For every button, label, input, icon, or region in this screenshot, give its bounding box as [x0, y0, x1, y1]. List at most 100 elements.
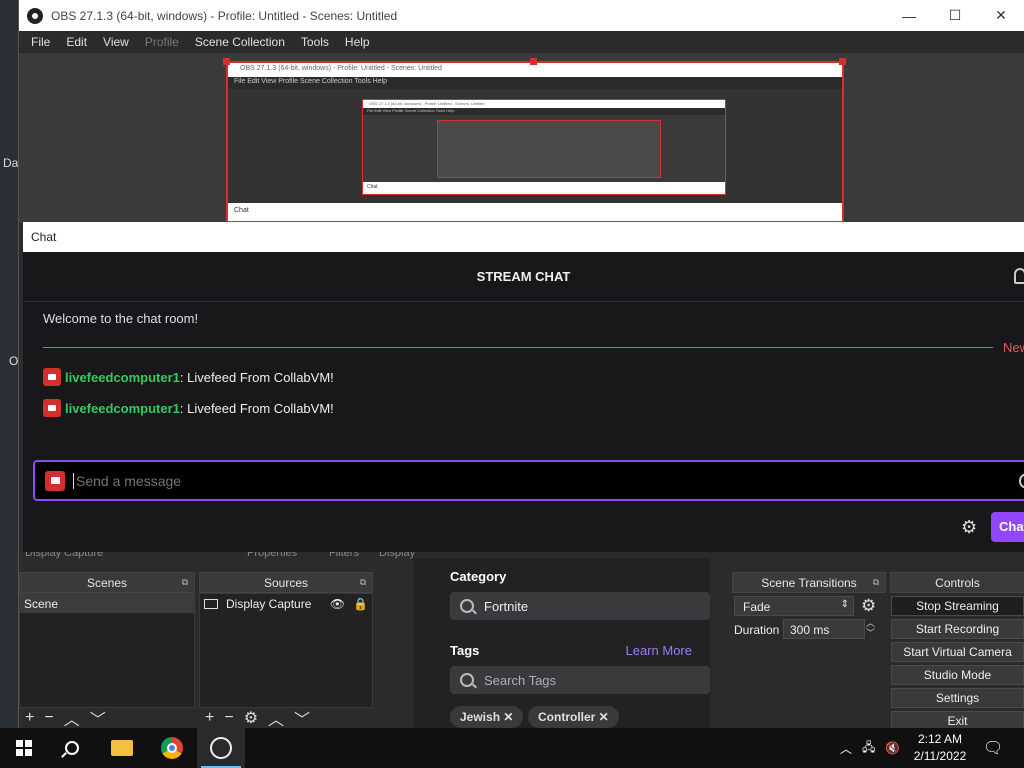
sources-dock-title: Sources [263, 575, 309, 590]
chat-username[interactable]: livefeedcomputer1 [65, 401, 180, 416]
tag-label: Controller [538, 710, 596, 724]
chevron-updown-icon: ⇕ [840, 599, 849, 610]
preview-menu: File Edit View Profile Scene Collection … [228, 77, 842, 89]
menu-file[interactable]: File [23, 35, 58, 49]
source-item-label: Display Capture [226, 596, 312, 611]
move-down-icon[interactable]: ﹀ [294, 706, 310, 730]
start-button[interactable] [0, 728, 48, 768]
volume-muted-icon[interactable]: 🔇 [885, 728, 900, 768]
chat-message: livefeedcomputer1 : Livefeed From Collab… [43, 399, 334, 417]
menu-help[interactable]: Help [337, 35, 378, 49]
chat-input-box[interactable] [33, 460, 1024, 501]
maximize-button[interactable]: ☐ [932, 0, 978, 31]
chat-message-input[interactable] [73, 472, 973, 489]
nested-preview-title: OBS 27.1.3 (64-bit, windows) - Profile: … [363, 100, 725, 108]
learn-more-link[interactable]: Learn More [626, 643, 692, 658]
undock-icon[interactable]: ⧉ [873, 577, 879, 588]
stop-streaming-button[interactable]: Stop Streaming [891, 596, 1024, 616]
preview-source[interactable]: OBS 27.1.3 (64-bit, windows) - Profile: … [226, 61, 844, 223]
search-icon [65, 741, 79, 755]
taskbar-clock[interactable]: 2:12 AM 2/11/2022 [905, 731, 975, 765]
nested-chat-label: Chat [363, 182, 725, 194]
add-icon[interactable]: + [25, 709, 34, 727]
clock-time: 2:12 AM [917, 732, 963, 746]
camera-badge-icon [43, 399, 61, 417]
category-label: Category [450, 569, 507, 584]
menu-view[interactable]: View [95, 35, 137, 49]
search-button[interactable] [48, 728, 96, 768]
user-list-icon[interactable] [1014, 268, 1024, 284]
preview-title: OBS 27.1.3 (64-bit, windows) - Profile: … [228, 63, 842, 77]
add-icon[interactable]: + [205, 709, 214, 727]
chat-username[interactable]: livefeedcomputer1 [65, 370, 180, 385]
network-icon[interactable]: 🖧 [862, 728, 875, 768]
taskbar: ︿ 🖧 🔇 2:12 AM 2/11/2022 🗨 [0, 728, 1024, 768]
gear-icon[interactable]: ⚙ [861, 596, 876, 616]
menu-edit[interactable]: Edit [58, 35, 95, 49]
sources-toolbar: + − ⚙ ︿ ﹀ [199, 706, 373, 730]
undock-icon[interactable]: ⧉ [360, 577, 366, 588]
close-button[interactable]: ✕ [978, 0, 1024, 31]
desktop-icon-label[interactable]: O [9, 354, 18, 368]
tag-chip[interactable]: Jewish ✕ [450, 706, 524, 728]
duration-value: 300 ms [790, 623, 830, 637]
desktop-background: Da O [0, 0, 20, 728]
category-input[interactable]: Fortnite [450, 592, 710, 620]
resize-handle[interactable] [839, 58, 846, 65]
desktop-icon-label[interactable]: Da [3, 156, 18, 170]
undock-icon[interactable]: ⧉ [182, 577, 188, 588]
nested-preview-inner [437, 120, 661, 178]
menu-tools[interactable]: Tools [293, 35, 337, 49]
tag-chip[interactable]: Controller ✕ [528, 706, 619, 728]
menu-scene-collection[interactable]: Scene Collection [187, 35, 293, 49]
tag-label: Jewish [460, 710, 501, 724]
file-explorer-button[interactable] [98, 728, 146, 768]
lock-icon[interactable]: 🔒 [353, 597, 368, 611]
menu-profile[interactable]: Profile [137, 35, 187, 49]
studio-mode-button[interactable]: Studio Mode [891, 665, 1024, 685]
duration-input[interactable]: 300 ms [783, 619, 865, 639]
camera-badge-icon [43, 368, 61, 386]
move-down-icon[interactable]: ﹀ [90, 706, 106, 730]
move-up-icon[interactable]: ︿ [64, 706, 80, 730]
chat-settings-gear-icon[interactable]: ⚙ [961, 517, 977, 538]
tray-chevron-icon[interactable]: ︿ [840, 728, 852, 768]
obs-taskbar-button[interactable] [197, 728, 245, 768]
gear-icon[interactable]: ⚙ [244, 708, 258, 728]
folder-icon [111, 740, 133, 756]
monitor-icon [204, 598, 218, 609]
emoji-icon[interactable] [1019, 473, 1024, 489]
stream-chat-header: STREAM CHAT [23, 252, 1024, 302]
search-icon [460, 673, 474, 687]
chrome-icon [161, 737, 183, 759]
title-bar: OBS 27.1.3 (64-bit, windows) - Profile: … [19, 0, 1024, 31]
stepper-icon[interactable]: ︿ ﹀ [866, 618, 875, 638]
notification-icon[interactable]: 🗨 [983, 728, 1003, 768]
window-title: OBS 27.1.3 (64-bit, windows) - Profile: … [51, 8, 398, 23]
chrome-button[interactable] [148, 728, 196, 768]
chat-send-button[interactable]: Chat [991, 512, 1024, 542]
remove-icon[interactable]: − [224, 709, 233, 727]
scene-item[interactable]: Scene [20, 594, 194, 613]
move-up-icon[interactable]: ︿ [268, 706, 284, 730]
sources-dock-header: Sources ⧉ [199, 572, 373, 593]
resize-handle[interactable] [530, 58, 537, 65]
controls-dock-header: Controls [890, 572, 1024, 593]
chat-message: livefeedcomputer1 : Livefeed From Collab… [43, 368, 334, 386]
obs-logo-icon [27, 7, 43, 24]
obs-icon [210, 737, 232, 759]
start-virtual-camera-button[interactable]: Start Virtual Camera [891, 642, 1024, 662]
source-item[interactable]: Display Capture 👁 🔒 [200, 594, 372, 613]
start-recording-button[interactable]: Start Recording [891, 619, 1024, 639]
scenes-list: Scene [19, 593, 195, 708]
visibility-eye-icon[interactable]: 👁 [330, 597, 345, 611]
minimize-button[interactable]: — [886, 0, 932, 31]
camera-badge-icon [45, 470, 65, 491]
remove-icon[interactable]: − [44, 709, 53, 727]
transition-select[interactable]: Fade ⇕ [734, 596, 854, 616]
preview-canvas[interactable]: OBS 27.1.3 (64-bit, windows) - Profile: … [19, 53, 1024, 223]
resize-handle[interactable] [223, 58, 230, 65]
settings-button[interactable]: Settings [891, 688, 1024, 708]
tags-search-input[interactable]: Search Tags [450, 666, 710, 694]
chat-window: Chat STREAM CHAT Welcome to the chat roo… [23, 222, 1024, 552]
